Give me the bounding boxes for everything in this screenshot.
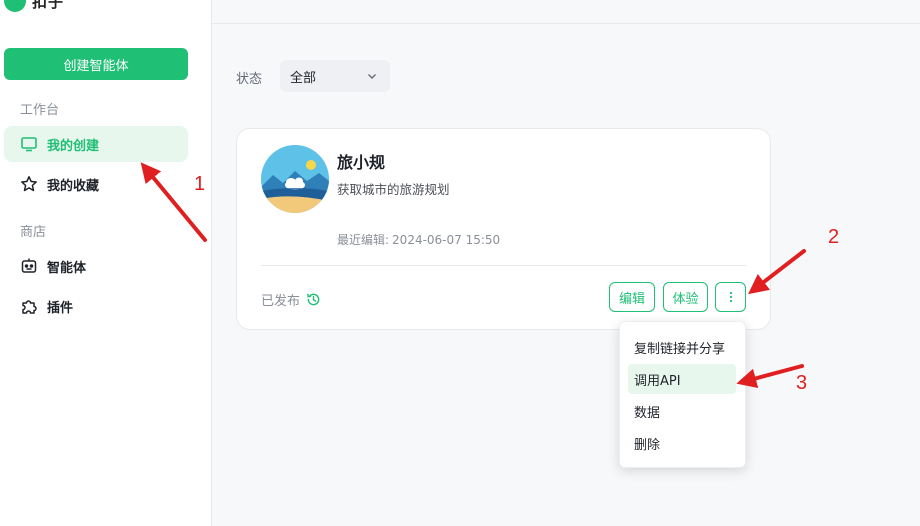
publish-status-text: 已发布	[261, 294, 301, 309]
more-options-menu: 复制链接并分享 调用API 数据 删除	[619, 321, 746, 468]
app-logo[interactable]: 扣子	[4, 0, 64, 12]
monitor-icon	[21, 137, 37, 152]
annotation-number-3: 3	[796, 372, 808, 394]
sidebar-item-label: 插件	[47, 300, 74, 316]
logo-text: 扣子	[32, 0, 65, 11]
sidebar-item-my-creations[interactable]: 我的创建	[4, 126, 188, 162]
star-icon	[21, 176, 37, 192]
status-filter-value: 全部	[290, 70, 317, 86]
agent-description: 获取城市的旅游规划	[337, 182, 450, 197]
sidebar-item-my-favorites[interactable]: 我的收藏	[4, 166, 188, 202]
annotation-number-1: 1	[194, 173, 206, 195]
more-options-button[interactable]	[715, 282, 746, 312]
puzzle-icon	[22, 300, 37, 314]
last-edited-label: 最近编辑:	[337, 233, 390, 247]
more-vertical-icon	[729, 291, 732, 303]
store-section-label: 商店	[20, 225, 47, 240]
agent-name: 旅小规	[337, 153, 386, 172]
menu-item-data[interactable]: 数据	[628, 396, 736, 426]
workbench-section-label: 工作台	[20, 103, 60, 118]
try-button[interactable]: 体验	[663, 282, 708, 312]
top-bar	[212, 0, 920, 24]
menu-item-copy-link-share[interactable]: 复制链接并分享	[628, 332, 736, 362]
status-filter-label: 状态	[236, 72, 263, 87]
publish-status: 已发布	[261, 290, 321, 309]
last-edited-time: 2024-06-07 15:50	[392, 233, 501, 247]
chevron-down-icon	[368, 74, 376, 79]
annotation-number-2: 2	[828, 226, 840, 248]
robot-icon	[21, 258, 37, 273]
menu-item-call-api[interactable]: 调用API	[628, 364, 736, 394]
sidebar-item-plugins[interactable]: 插件	[4, 288, 188, 324]
agent-avatar	[261, 145, 329, 213]
status-filter-select[interactable]: 全部	[280, 60, 390, 92]
sidebar: 扣子 创建智能体 工作台 我的创建 我的收藏 商店 智能体 插件	[0, 0, 212, 526]
edit-button[interactable]: 编辑	[609, 282, 655, 312]
sidebar-item-agents[interactable]: 智能体	[4, 248, 188, 284]
history-icon[interactable]	[306, 292, 321, 307]
sidebar-item-label: 智能体	[47, 260, 87, 276]
agent-card[interactable]: 旅小规 获取城市的旅游规划 最近编辑: 2024-06-07 15:50 已发布 …	[236, 128, 771, 330]
annotation-arrow-3	[736, 364, 804, 389]
logo-icon	[4, 0, 26, 12]
sidebar-item-label: 我的创建	[47, 138, 100, 154]
card-divider	[261, 265, 746, 266]
sidebar-item-label: 我的收藏	[47, 178, 100, 194]
create-agent-button[interactable]: 创建智能体	[4, 48, 188, 80]
last-edited: 最近编辑: 2024-06-07 15:50	[337, 231, 500, 248]
menu-item-delete[interactable]: 删除	[628, 428, 736, 458]
